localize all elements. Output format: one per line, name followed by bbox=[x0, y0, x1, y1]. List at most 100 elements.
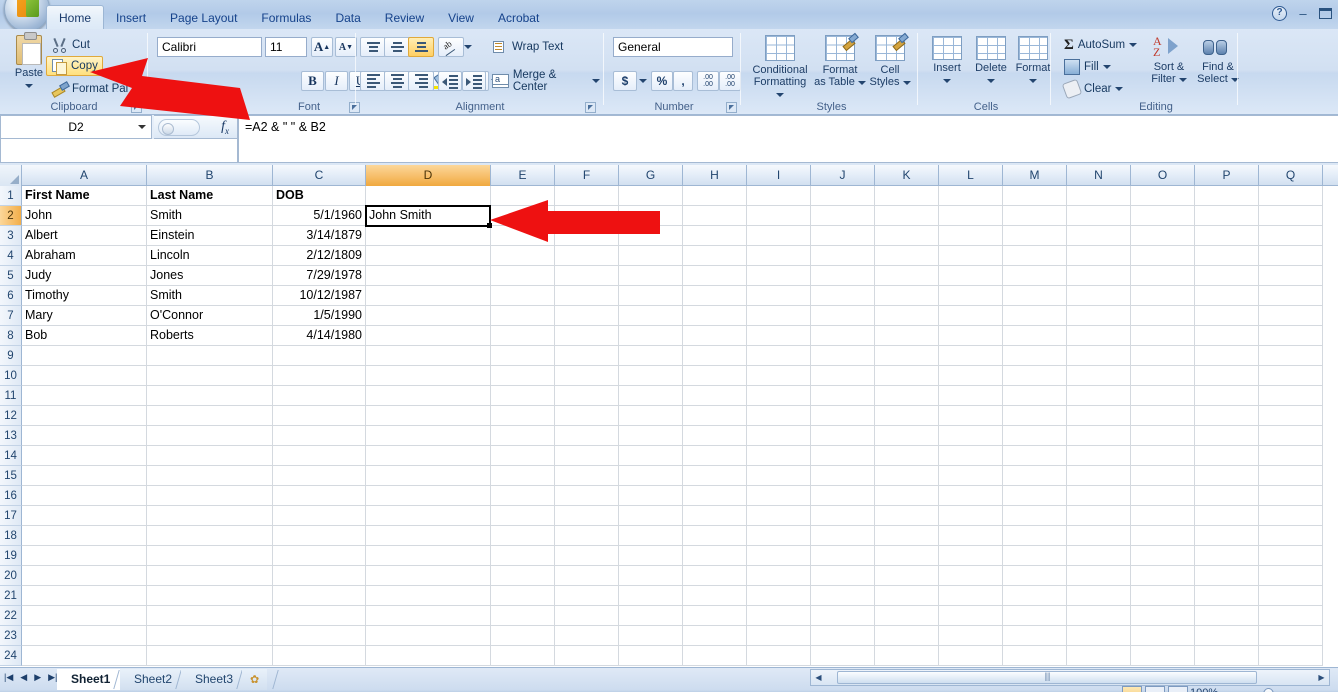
cell-O16[interactable] bbox=[1131, 486, 1195, 506]
cell-F9[interactable] bbox=[555, 346, 619, 366]
cell-K19[interactable] bbox=[875, 546, 939, 566]
cell-J9[interactable] bbox=[811, 346, 875, 366]
restore-button[interactable] bbox=[1319, 8, 1332, 19]
cell-N6[interactable] bbox=[1067, 286, 1131, 306]
font-size-input[interactable]: 11 bbox=[265, 37, 307, 57]
cell-I2[interactable] bbox=[747, 206, 811, 226]
cell-F7[interactable] bbox=[555, 306, 619, 326]
cell-E18[interactable] bbox=[491, 526, 555, 546]
autosum-button[interactable]: Σ AutoSum bbox=[1064, 35, 1138, 54]
column-header-h[interactable]: H bbox=[683, 165, 747, 186]
cell-B13[interactable] bbox=[147, 426, 273, 446]
cell-F5[interactable] bbox=[555, 266, 619, 286]
cell-A14[interactable] bbox=[22, 446, 147, 466]
cell-E22[interactable] bbox=[491, 606, 555, 626]
cell-P8[interactable] bbox=[1195, 326, 1259, 346]
cell-K6[interactable] bbox=[875, 286, 939, 306]
cell-G20[interactable] bbox=[619, 566, 683, 586]
cell-F15[interactable] bbox=[555, 466, 619, 486]
cell-L13[interactable] bbox=[939, 426, 1003, 446]
cell-I5[interactable] bbox=[747, 266, 811, 286]
cell-D12[interactable] bbox=[366, 406, 491, 426]
cell-H1[interactable] bbox=[683, 186, 747, 206]
column-header-i[interactable]: I bbox=[747, 165, 811, 186]
cell-D17[interactable] bbox=[366, 506, 491, 526]
cell-D15[interactable] bbox=[366, 466, 491, 486]
cell-H10[interactable] bbox=[683, 366, 747, 386]
cell-P12[interactable] bbox=[1195, 406, 1259, 426]
row-header-12[interactable]: 12 bbox=[0, 406, 22, 426]
cell-M21[interactable] bbox=[1003, 586, 1067, 606]
format-cells-button[interactable]: Format bbox=[1011, 35, 1055, 99]
row-header-1[interactable]: 1 bbox=[0, 186, 22, 206]
cell-J8[interactable] bbox=[811, 326, 875, 346]
tab-home[interactable]: Home bbox=[46, 5, 105, 30]
cell-H4[interactable] bbox=[683, 246, 747, 266]
cell-Q6[interactable] bbox=[1259, 286, 1323, 306]
cell-M7[interactable] bbox=[1003, 306, 1067, 326]
select-all-button[interactable] bbox=[0, 165, 22, 186]
cell-C23[interactable] bbox=[273, 626, 366, 646]
cell-B23[interactable] bbox=[147, 626, 273, 646]
cell-F17[interactable] bbox=[555, 506, 619, 526]
align-center-button[interactable] bbox=[384, 71, 410, 91]
cell-A23[interactable] bbox=[22, 626, 147, 646]
cell-G12[interactable] bbox=[619, 406, 683, 426]
cell-M13[interactable] bbox=[1003, 426, 1067, 446]
cell-K21[interactable] bbox=[875, 586, 939, 606]
cell-H16[interactable] bbox=[683, 486, 747, 506]
cell-M16[interactable] bbox=[1003, 486, 1067, 506]
cell-A10[interactable] bbox=[22, 366, 147, 386]
cell-P20[interactable] bbox=[1195, 566, 1259, 586]
cell-I21[interactable] bbox=[747, 586, 811, 606]
cell-I9[interactable] bbox=[747, 346, 811, 366]
cell-N24[interactable] bbox=[1067, 646, 1131, 666]
cell-O6[interactable] bbox=[1131, 286, 1195, 306]
cell-H3[interactable] bbox=[683, 226, 747, 246]
conditional-formatting-button[interactable]: Conditional Formatting bbox=[751, 33, 809, 99]
row-header-14[interactable]: 14 bbox=[0, 446, 22, 466]
tab-view[interactable]: View bbox=[436, 7, 486, 30]
cell-Q5[interactable] bbox=[1259, 266, 1323, 286]
cell-G13[interactable] bbox=[619, 426, 683, 446]
cell-I20[interactable] bbox=[747, 566, 811, 586]
cell-O14[interactable] bbox=[1131, 446, 1195, 466]
cell-O10[interactable] bbox=[1131, 366, 1195, 386]
cell-P4[interactable] bbox=[1195, 246, 1259, 266]
cell-C15[interactable] bbox=[273, 466, 366, 486]
tab-review[interactable]: Review bbox=[373, 7, 436, 30]
grow-font-button[interactable]: A ▲ bbox=[311, 37, 333, 57]
cell-I1[interactable] bbox=[747, 186, 811, 206]
cell-K11[interactable] bbox=[875, 386, 939, 406]
cell-P21[interactable] bbox=[1195, 586, 1259, 606]
row-header-21[interactable]: 21 bbox=[0, 586, 22, 606]
cell-F6[interactable] bbox=[555, 286, 619, 306]
cell-M24[interactable] bbox=[1003, 646, 1067, 666]
cell-A15[interactable] bbox=[22, 466, 147, 486]
cell-M11[interactable] bbox=[1003, 386, 1067, 406]
cell-Q17[interactable] bbox=[1259, 506, 1323, 526]
cell-G18[interactable] bbox=[619, 526, 683, 546]
cell-A21[interactable] bbox=[22, 586, 147, 606]
cell-O4[interactable] bbox=[1131, 246, 1195, 266]
cell-O7[interactable] bbox=[1131, 306, 1195, 326]
cell-A22[interactable] bbox=[22, 606, 147, 626]
cell-N12[interactable] bbox=[1067, 406, 1131, 426]
cell-M19[interactable] bbox=[1003, 546, 1067, 566]
cell-H19[interactable] bbox=[683, 546, 747, 566]
cell-A19[interactable] bbox=[22, 546, 147, 566]
row-header-11[interactable]: 11 bbox=[0, 386, 22, 406]
cell-L24[interactable] bbox=[939, 646, 1003, 666]
row-header-23[interactable]: 23 bbox=[0, 626, 22, 646]
cell-Q9[interactable] bbox=[1259, 346, 1323, 366]
cell-B17[interactable] bbox=[147, 506, 273, 526]
cell-E15[interactable] bbox=[491, 466, 555, 486]
cell-L15[interactable] bbox=[939, 466, 1003, 486]
cell-D4[interactable] bbox=[366, 246, 491, 266]
cell-L9[interactable] bbox=[939, 346, 1003, 366]
currency-dropdown[interactable] bbox=[637, 71, 649, 91]
cell-K5[interactable] bbox=[875, 266, 939, 286]
cell-M6[interactable] bbox=[1003, 286, 1067, 306]
cell-I3[interactable] bbox=[747, 226, 811, 246]
row-header-3[interactable]: 3 bbox=[0, 226, 22, 246]
